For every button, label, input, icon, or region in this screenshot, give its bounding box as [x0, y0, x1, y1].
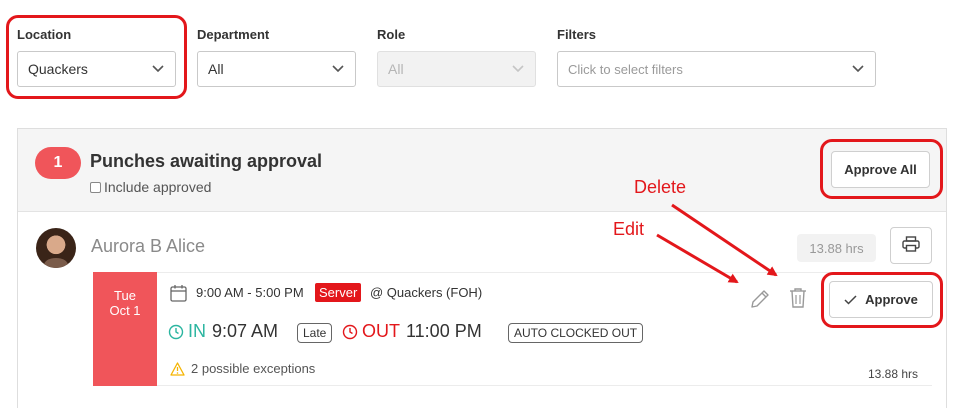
delete-annotation: Delete	[634, 177, 687, 197]
filters-select[interactable]: Click to select filters	[557, 51, 876, 87]
role-label: Role	[377, 27, 406, 42]
shift-hours: 13.88 hrs	[868, 367, 919, 381]
count-badge: 1	[35, 147, 81, 179]
clock-out-label: OUT	[362, 321, 400, 341]
department-value: All	[208, 61, 224, 77]
employee-total-hours: 13.88 hrs	[797, 234, 876, 262]
location-highlight	[6, 15, 187, 99]
filters-placeholder: Click to select filters	[568, 61, 683, 77]
pencil-icon[interactable]	[749, 288, 771, 315]
include-approved[interactable]: Include approved	[90, 179, 211, 195]
exceptions-warning[interactable]: 2 possible exceptions	[170, 361, 315, 376]
shift-time: 9:00 AM - 5:00 PM	[196, 285, 304, 300]
print-button[interactable]	[890, 227, 932, 264]
chevron-down-icon	[511, 62, 525, 76]
late-tag: Late	[297, 323, 333, 343]
clock-in-icon	[168, 324, 184, 340]
avatar	[36, 228, 76, 268]
exceptions-text: 2 possible exceptions	[191, 361, 316, 376]
trash-icon[interactable]	[788, 287, 808, 314]
role-select: All	[377, 51, 536, 87]
chevron-down-icon	[331, 62, 345, 76]
panel-header: 1 Punches awaiting approval Include appr…	[18, 129, 946, 212]
role-tag: Server	[315, 283, 362, 302]
include-approved-label: Include approved	[104, 179, 212, 195]
calendar-icon	[170, 284, 187, 307]
employee-name: Aurora B Alice	[91, 236, 206, 256]
approve-all-highlight	[820, 139, 943, 199]
department-label: Department	[197, 27, 270, 42]
shift-location: @ Quackers (FOH)	[370, 285, 483, 300]
include-approved-checkbox[interactable]	[90, 181, 101, 193]
warning-icon	[170, 361, 185, 376]
role-value: All	[388, 61, 404, 77]
shift-day: Tue	[114, 288, 136, 303]
clock-out-time: 11:00 PM	[406, 321, 482, 341]
chevron-down-icon	[851, 62, 865, 76]
clock-in-time: 9:07 AM	[212, 321, 279, 341]
filters-label: Filters	[557, 27, 597, 42]
approve-highlight	[821, 272, 943, 328]
clock-in-label: IN	[188, 321, 206, 341]
edit-annotation: Edit	[613, 219, 645, 239]
shift-date: Oct 1	[109, 303, 141, 318]
clock-out-icon	[342, 324, 358, 340]
printer-icon	[902, 236, 920, 255]
panel-title: Punches awaiting approval	[90, 151, 323, 171]
clock-out: OUT 11:00 PM	[342, 321, 482, 342]
department-select[interactable]: All	[197, 51, 356, 87]
clock-in: IN 9:07 AM	[168, 321, 278, 342]
auto-clocked-out-tag: AUTO CLOCKED OUT	[508, 323, 644, 343]
shift-date-block: Tue Oct 1	[93, 272, 157, 386]
